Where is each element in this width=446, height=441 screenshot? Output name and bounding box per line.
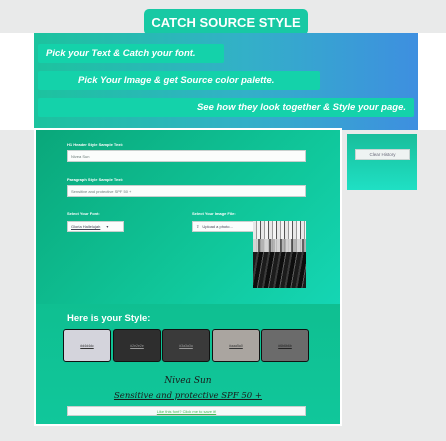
color-swatch[interactable]: #3a3a3a <box>162 329 210 362</box>
image-label: Select Your Image File: <box>192 211 236 216</box>
tagline-font: Pick your Text & Catch your font. <box>38 44 224 63</box>
color-swatch[interactable]: #d4d4dc <box>63 329 111 362</box>
uploaded-photo-preview <box>253 221 306 288</box>
color-swatch[interactable]: #2e2e2e <box>113 329 161 362</box>
tagline-palette: Pick Your Image & get Source color palet… <box>38 71 320 90</box>
chevron-down-icon: ▾ <box>106 224 109 229</box>
paragraph-label: Paragraph Style Sample Text: <box>67 177 124 182</box>
upload-label: Upload a photo... <box>202 224 233 229</box>
history-panel <box>347 134 417 190</box>
tagline-style: See how they look together & Style your … <box>38 98 414 117</box>
font-select[interactable]: Gloria Hallelujah ▾ <box>67 221 124 232</box>
save-font-link[interactable]: Like this font? Click me to save it! <box>67 406 306 416</box>
font-label: Select Your Font: <box>67 211 100 216</box>
upload-photo-button[interactable]: ⇧ Upload a photo... <box>192 221 254 232</box>
style-heading: Here is your Style: <box>67 313 151 324</box>
sample-paragraph-text: Sensitive and protective SPF 50 + <box>113 391 263 401</box>
color-swatch[interactable]: #6b6b6b <box>261 329 309 362</box>
sample-header-text: Nivea Sun <box>164 376 212 386</box>
paragraph-input[interactable]: Sensitive and protective SPF 50 + <box>67 185 306 197</box>
color-swatch[interactable]: #aaa5a0 <box>212 329 260 362</box>
h1-label: H1 Header Style Sample Text: <box>67 142 124 147</box>
app-title: CATCH SOURCE STYLE <box>144 9 308 35</box>
clear-history-button[interactable]: Clear History <box>355 149 410 160</box>
upload-icon: ⇧ <box>196 224 200 229</box>
h1-input[interactable]: Nivea Sun <box>67 150 306 162</box>
font-select-value: Gloria Hallelujah <box>71 224 101 229</box>
